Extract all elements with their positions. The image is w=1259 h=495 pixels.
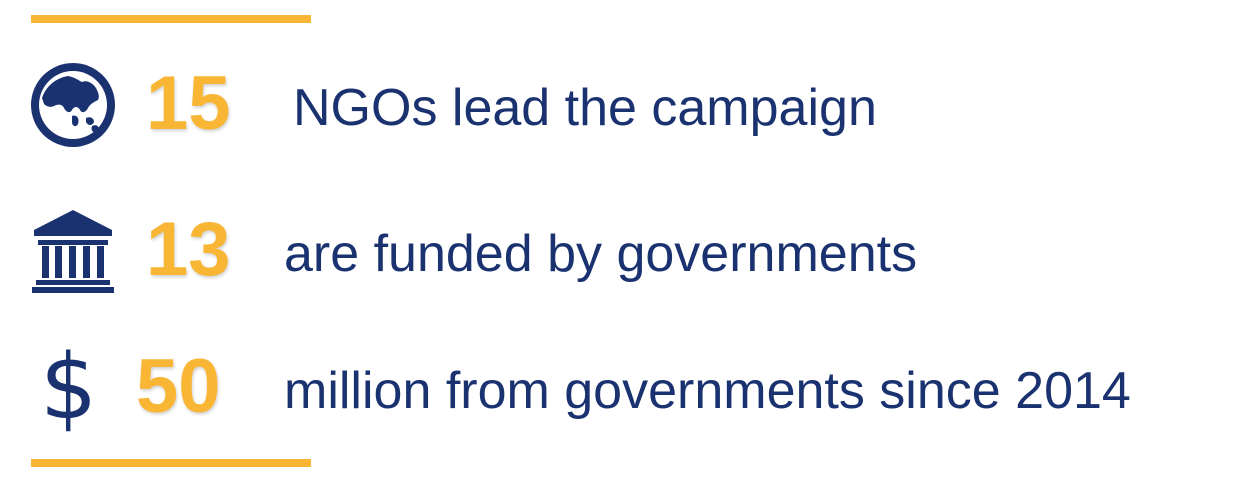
stat-number-ngos: 15 <box>146 61 231 146</box>
stat-number-government-funded: 13 <box>146 207 231 292</box>
bottom-accent-divider <box>31 459 311 467</box>
stat-row-funding-amount: $ 50 million from governments since 2014 <box>0 333 1259 443</box>
stat-row-ngos: 15 NGOs lead the campaign <box>0 50 1259 160</box>
stat-row-government-funded: 13 are funded by governments <box>0 196 1259 306</box>
stat-label-ngos: NGOs lead the campaign <box>293 79 877 137</box>
stat-label-government-funded: are funded by governments <box>284 225 918 283</box>
dollar-icon: $ <box>40 335 98 440</box>
government-building-icon <box>28 206 118 296</box>
stat-label-funding-amount: million from governments since 2014 <box>284 362 1131 420</box>
stat-number-funding-amount: 50 <box>136 344 221 429</box>
top-accent-divider <box>31 15 311 23</box>
globe-icon <box>28 60 118 150</box>
